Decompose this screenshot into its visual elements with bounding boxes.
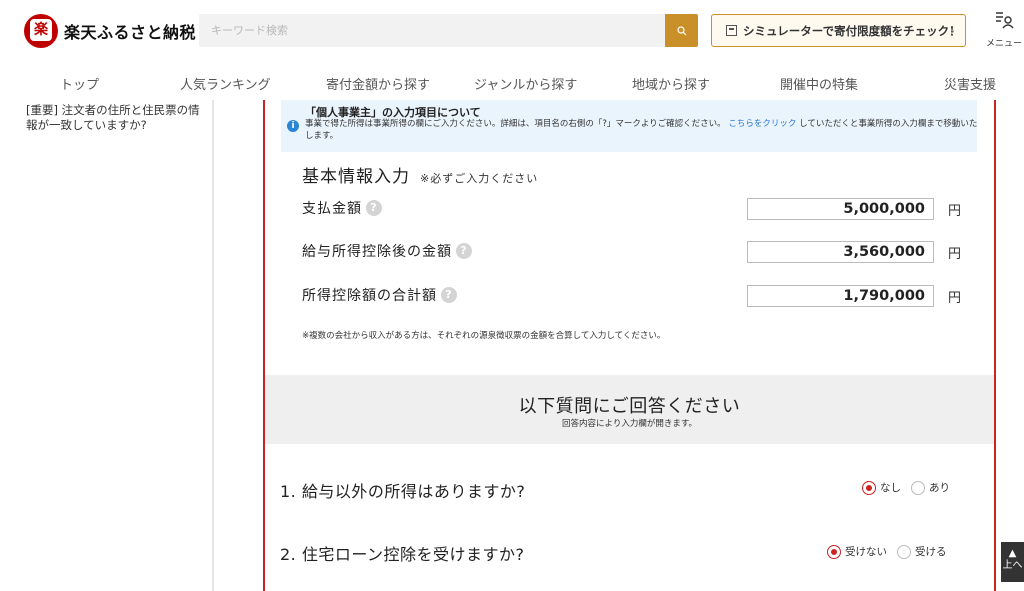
help-icon[interactable]: ? bbox=[456, 243, 472, 259]
field-label-text: 所得控除額の合計額 bbox=[302, 288, 437, 304]
nav-item-top[interactable]: トップ bbox=[60, 74, 99, 93]
radio-group-home-loan: 受けない 受ける bbox=[827, 544, 957, 559]
nav-item-by-region[interactable]: 地域から探す bbox=[632, 74, 710, 93]
questions-subtitle: 回答内容により入力欄が開きます。 bbox=[562, 419, 697, 429]
radio-none[interactable]: なし bbox=[862, 480, 901, 495]
info-body-text: 事業で得た所得は事業所得の欄にご入力ください。詳細は、項目名の右側の「?」マーク… bbox=[305, 119, 726, 129]
unit-yen: 円 bbox=[948, 247, 962, 262]
radio-label: 受けない bbox=[845, 546, 887, 558]
radio-label: なし bbox=[880, 482, 901, 494]
nav-item-by-genre[interactable]: ジャンルから探す bbox=[474, 74, 577, 93]
field-label-payment: 支払金額 ? bbox=[302, 198, 382, 218]
nav-item-features[interactable]: 開催中の特集 bbox=[780, 74, 858, 93]
nav-item-by-amount[interactable]: 寄付金額から探す bbox=[326, 74, 430, 93]
questions-band: 以下質問にご回答ください 回答内容により入力欄が開きます。 bbox=[265, 375, 994, 444]
multiple-employers-note: ※複数の会社から収入がある方は、それぞれの源泉徴収票の金額を合算して入力してくだ… bbox=[302, 331, 666, 341]
radio-selected-icon bbox=[862, 480, 876, 495]
radio-yes[interactable]: あり bbox=[911, 480, 950, 495]
simulator-label: シミュレーターで寄付限度額をチェック！ bbox=[743, 23, 961, 38]
required-note: ※必ずご入力ください bbox=[420, 172, 539, 185]
sidebar-divider bbox=[212, 100, 214, 591]
search-input[interactable] bbox=[199, 14, 665, 47]
field-label-total-deduction: 所得控除額の合計額 ? bbox=[302, 285, 457, 305]
form-panel: 「個人事業主」の入力項目について i 事業で得た所得は事業所得の欄にご入力くださ… bbox=[263, 100, 996, 591]
radio-not-receive[interactable]: 受けない bbox=[827, 544, 887, 559]
menu-button[interactable]: メニュー bbox=[984, 10, 1024, 49]
search-icon bbox=[676, 25, 686, 35]
header: 楽 楽天ふるさと納税 シミュレーターで寄付限度額をチェック！ › メニュー bbox=[0, 0, 1024, 66]
search-button[interactable] bbox=[665, 14, 698, 47]
basic-info-heading: 基本情報入力 bbox=[302, 167, 410, 187]
menu-icon bbox=[996, 12, 1014, 29]
info-body: 事業で得た所得は事業所得の欄にご入力ください。詳細は、項目名の右側の「?」マーク… bbox=[305, 118, 985, 142]
info-box: 「個人事業主」の入力項目について i 事業で得た所得は事業所得の欄にご入力くださ… bbox=[281, 100, 977, 152]
help-icon[interactable]: ? bbox=[366, 200, 382, 216]
chevron-right-icon: › bbox=[950, 24, 955, 38]
radio-unselected-icon bbox=[911, 480, 925, 495]
radio-receive[interactable]: 受ける bbox=[897, 544, 947, 559]
arrow-up-icon: ▲ bbox=[1008, 548, 1017, 559]
field-label-text: 給与所得控除後の金額 bbox=[302, 244, 452, 260]
sidebar-notice-link[interactable]: [重要] 注文者の住所と住民票の情報が一致していますか? bbox=[26, 103, 206, 133]
field-label-salary-deduction: 給与所得控除後の金額 ? bbox=[302, 241, 472, 261]
menu-label: メニュー bbox=[985, 39, 1022, 49]
scroll-to-top-button[interactable]: ▲ 上へ bbox=[1001, 542, 1024, 582]
simulator-button[interactable]: シミュレーターで寄付限度額をチェック！ › bbox=[711, 14, 966, 47]
to-top-label: 上へ bbox=[1002, 560, 1023, 571]
nav-item-ranking[interactable]: 人気ランキング bbox=[180, 74, 271, 93]
basic-info-title: 基本情報入力 ※必ずご入力ください bbox=[302, 162, 538, 187]
info-icon: i bbox=[287, 120, 299, 132]
radio-unselected-icon bbox=[897, 544, 911, 559]
global-nav: トップ 人気ランキング 寄付金額から探す ジャンルから探す 地域から探す 開催中… bbox=[0, 66, 1024, 100]
unit-yen: 円 bbox=[948, 204, 962, 219]
questions-title: 以下質問にご回答ください bbox=[518, 396, 741, 417]
total-deduction-input[interactable]: 1,790,000 bbox=[747, 285, 934, 307]
help-icon[interactable]: ? bbox=[441, 287, 457, 303]
radio-group-other-income: なし あり bbox=[862, 480, 960, 495]
logo-text: 楽天ふるさと納税 bbox=[64, 23, 197, 42]
salary-after-deduction-input[interactable]: 3,560,000 bbox=[747, 241, 934, 263]
unit-yen: 円 bbox=[948, 291, 962, 306]
calculator-icon bbox=[726, 25, 737, 36]
search-bar bbox=[199, 14, 699, 47]
logo[interactable]: 楽 楽天ふるさと納税 bbox=[24, 14, 196, 48]
question-other-income: 1. 給与以外の所得はありますか? bbox=[280, 482, 526, 501]
question-home-loan: 2. 住宅ローン控除を受けますか? bbox=[280, 545, 525, 564]
radio-label: あり bbox=[929, 482, 950, 494]
radio-selected-icon bbox=[827, 544, 841, 559]
field-label-text: 支払金額 bbox=[302, 201, 362, 217]
radio-label: 受ける bbox=[915, 546, 947, 558]
info-link[interactable]: こちらをクリック bbox=[728, 119, 796, 129]
logo-mark-icon: 楽 bbox=[24, 14, 58, 48]
payment-amount-input[interactable]: 5,000,000 bbox=[747, 198, 934, 220]
nav-item-disaster[interactable]: 災害支援 bbox=[944, 74, 996, 93]
